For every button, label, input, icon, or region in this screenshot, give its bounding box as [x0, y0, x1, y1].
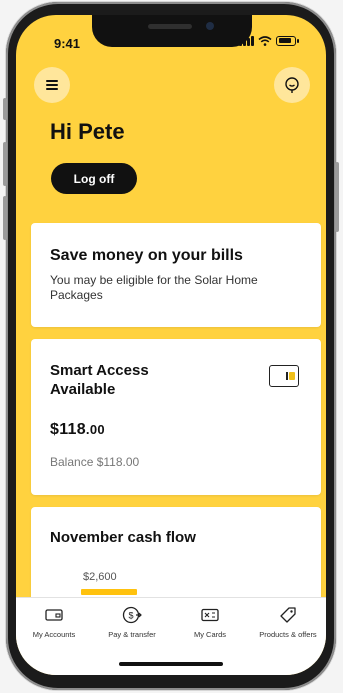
- signal-icon: [239, 36, 254, 46]
- card-icon: [269, 365, 299, 387]
- cashflow-title: November cash flow: [50, 529, 196, 546]
- account-name: Smart Access Available: [50, 362, 149, 398]
- chat-assistant-button[interactable]: [274, 67, 310, 103]
- wallet-icon: [45, 609, 63, 621]
- cashflow-bar-label: $2,600: [83, 571, 117, 583]
- chat-bubble-icon: [285, 77, 299, 93]
- tab-label: Products & offers: [259, 630, 317, 639]
- menu-button[interactable]: [34, 67, 70, 103]
- account-amount: $118.00: [50, 421, 105, 439]
- cashflow-bar: [81, 589, 137, 595]
- amount-cents: .00: [85, 422, 105, 437]
- wifi-icon: [258, 36, 272, 46]
- promo-subtitle: You may be eligible for the Solar Home P…: [50, 273, 258, 302]
- status-bar: 9:41: [16, 15, 326, 57]
- tab-label: Pay & transfer: [108, 630, 156, 639]
- battery-icon: [276, 36, 299, 46]
- pay-transfer-icon: $: [122, 606, 142, 624]
- tab-label: My Cards: [193, 630, 227, 639]
- promo-title: Save money on your bills: [50, 247, 243, 264]
- cards-icon: [201, 608, 219, 622]
- home-indicator[interactable]: [119, 662, 223, 666]
- promo-card[interactable]: Save money on your bills You may be elig…: [31, 223, 321, 327]
- power-button: [335, 162, 339, 232]
- tag-icon: [280, 607, 296, 623]
- svg-text:$: $: [128, 611, 133, 621]
- status-time: 9:41: [54, 36, 81, 51]
- tab-my-cards[interactable]: My Cards: [172, 604, 248, 639]
- speaker: [148, 24, 192, 29]
- tab-pay-transfer[interactable]: $ Pay & transfer: [94, 604, 170, 639]
- amount-dollars: $118: [50, 421, 86, 438]
- front-camera: [206, 22, 214, 30]
- mute-switch: [3, 98, 7, 120]
- account-card[interactable]: Smart Access Available $118.00 Balance $…: [31, 339, 321, 495]
- log-off-button[interactable]: Log off: [51, 163, 137, 194]
- tab-my-accounts[interactable]: My Accounts: [16, 604, 92, 639]
- account-balance: Balance $118.00: [50, 455, 140, 469]
- greeting-title: Hi Pete: [50, 119, 125, 144]
- notch: [92, 15, 252, 47]
- volume-up-button: [3, 142, 7, 186]
- tab-products-offers[interactable]: Products & offers: [250, 604, 326, 639]
- system-icons: [239, 36, 299, 46]
- hamburger-icon: [46, 78, 58, 92]
- volume-down-button: [3, 196, 7, 240]
- app-screen: 9:41 Hi Pete Log off Save money on your …: [16, 15, 326, 675]
- bottom-tab-bar: My Accounts $ Pay & transfer My Cards Pr…: [16, 597, 326, 675]
- tab-label: My Accounts: [32, 630, 76, 639]
